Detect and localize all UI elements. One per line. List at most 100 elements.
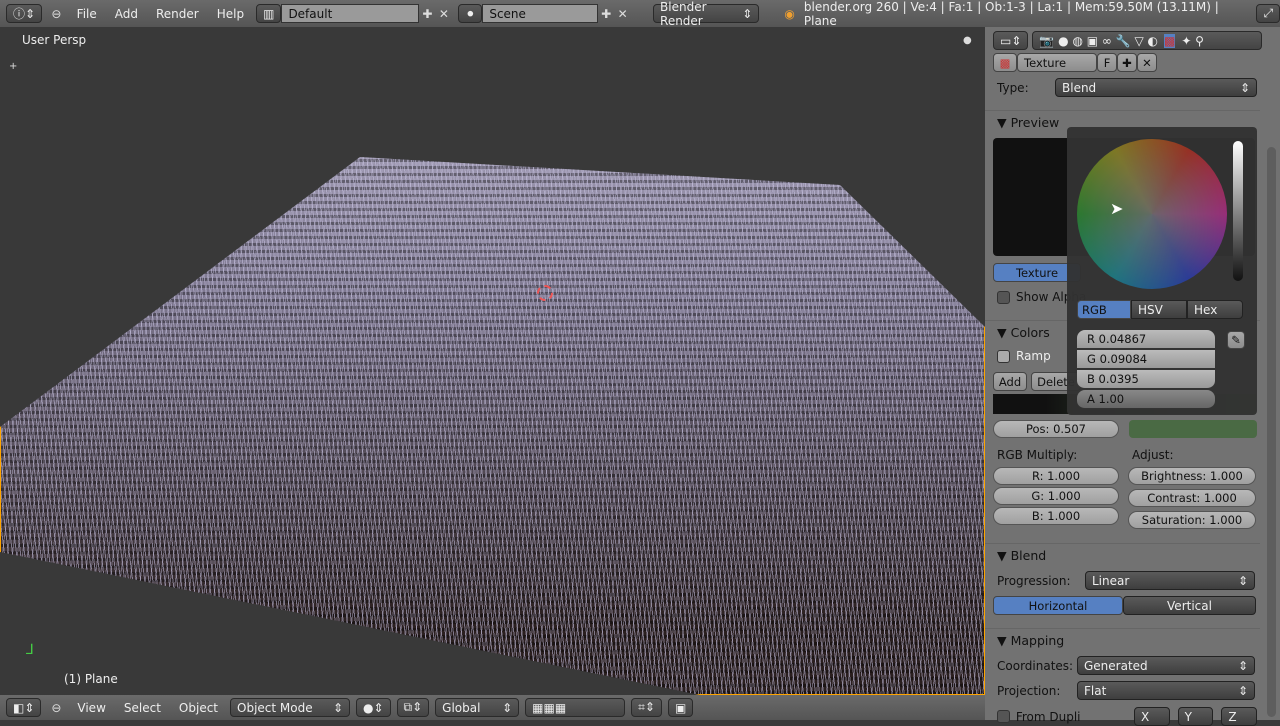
add-layout-icon[interactable]: ✚ bbox=[419, 5, 436, 23]
saturation-field[interactable]: Saturation: 1.000 bbox=[1128, 511, 1256, 529]
from-dupli-checkbox[interactable] bbox=[997, 710, 1010, 723]
ramp-add-button[interactable]: Add bbox=[993, 372, 1027, 391]
scene-icon[interactable]: ⚫ bbox=[458, 4, 483, 23]
brightness-field[interactable]: Brightness: 1.000 bbox=[1128, 467, 1256, 485]
eyedropper-icon[interactable]: ✎ bbox=[1227, 331, 1245, 349]
fake-user-button[interactable]: F bbox=[1097, 53, 1117, 72]
horizontal-button[interactable]: Horizontal bbox=[993, 596, 1123, 615]
collapse-icon[interactable]: ⊖ bbox=[48, 5, 65, 23]
orientation-label: Global bbox=[442, 700, 481, 715]
picker-b-field[interactable]: B 0.0395 bbox=[1077, 370, 1215, 389]
layout-field[interactable]: Default bbox=[281, 4, 420, 23]
render-engine-label: Blender Render bbox=[660, 0, 707, 28]
mode-label: Object Mode bbox=[237, 700, 313, 715]
fullscreen-icon[interactable]: ⤢ bbox=[1256, 4, 1280, 23]
picker-a-field[interactable]: A 1.00 bbox=[1077, 390, 1215, 409]
blender-logo-icon: ◉ bbox=[784, 6, 795, 21]
coordinates-value: Generated bbox=[1084, 658, 1148, 673]
multiply-g-field[interactable]: G: 1.000 bbox=[993, 487, 1119, 505]
projection-dropdown[interactable]: Flat ⇕ bbox=[1077, 681, 1255, 700]
texture-icon: ▩ bbox=[993, 53, 1017, 72]
orientation-dropdown[interactable]: Global ⇕ bbox=[435, 698, 520, 717]
layers-grid[interactable]: ▦▦▦ bbox=[525, 698, 626, 717]
menu-object[interactable]: Object bbox=[173, 701, 224, 715]
object-label: (1) Plane bbox=[64, 672, 118, 686]
3d-cursor-icon bbox=[537, 285, 553, 301]
ramp-color-swatch[interactable] bbox=[1129, 420, 1257, 438]
menu-render[interactable]: Render bbox=[150, 7, 205, 21]
delete-layout-icon[interactable]: ✕ bbox=[436, 5, 453, 23]
texture-name-field[interactable]: Texture bbox=[1017, 53, 1097, 72]
blend-title: Blend bbox=[1010, 548, 1047, 563]
add-scene-icon[interactable]: ✚ bbox=[598, 5, 615, 23]
contrast-field[interactable]: Contrast: 1.000 bbox=[1128, 489, 1256, 507]
3d-viewport[interactable]: User Persp + ● ⅃ (1) Plane bbox=[0, 27, 985, 695]
coordinates-dropdown[interactable]: Generated ⇕ bbox=[1077, 656, 1255, 675]
colors-title: Colors bbox=[1010, 325, 1050, 340]
ramp-label: Ramp bbox=[1016, 349, 1051, 363]
grass-plane bbox=[0, 157, 985, 695]
type-dropdown[interactable]: Blend ⇕ bbox=[1055, 78, 1257, 97]
picker-tab-rgb[interactable]: RGB bbox=[1077, 300, 1131, 319]
add-region-icon[interactable]: + bbox=[9, 61, 17, 72]
progression-label: Progression: bbox=[997, 573, 1071, 588]
collapse-icon[interactable]: ⊖ bbox=[47, 699, 65, 717]
editor-type-info-button[interactable]: ⓘ⇕ bbox=[6, 4, 43, 23]
multiply-b-field[interactable]: B: 1.000 bbox=[993, 507, 1119, 525]
snap-icon[interactable]: ⌗⇕ bbox=[631, 698, 662, 717]
type-value: Blend bbox=[1062, 80, 1097, 95]
map-z-dropdown[interactable]: Z bbox=[1221, 707, 1258, 726]
ramp-checkbox[interactable] bbox=[997, 349, 1010, 363]
delete-texture-icon[interactable]: ✕ bbox=[1137, 53, 1157, 72]
from-dupli-label: From Dupli bbox=[1015, 709, 1081, 724]
pivot-dropdown[interactable]: ⧉⇕ bbox=[396, 698, 430, 717]
menu-select[interactable]: Select bbox=[118, 701, 167, 715]
blend-header[interactable]: ▼ Blend bbox=[985, 543, 1260, 567]
render-engine-dropdown[interactable]: Blender Render ⇕ bbox=[653, 0, 760, 28]
show-alpha-checkbox[interactable] bbox=[997, 290, 1010, 304]
shading-dropdown[interactable]: ●⇕ bbox=[356, 698, 391, 717]
menu-file[interactable]: File bbox=[71, 7, 103, 21]
adjust-label: Adjust: bbox=[1132, 448, 1174, 462]
progression-dropdown[interactable]: Linear ⇕ bbox=[1085, 571, 1255, 590]
vertical-button[interactable]: Vertical bbox=[1123, 596, 1256, 615]
preview-title: Preview bbox=[1010, 115, 1060, 130]
top-header: ⓘ⇕ ⊖ File Add Render Help ▥ Default ✚ ✕ … bbox=[0, 0, 1280, 28]
picker-g-field[interactable]: G 0.09084 bbox=[1077, 350, 1215, 369]
add-texture-icon[interactable]: ✚ bbox=[1117, 53, 1137, 72]
map-x-dropdown[interactable]: X bbox=[1134, 707, 1170, 726]
value-slider[interactable] bbox=[1233, 141, 1243, 281]
properties-scrollbar[interactable] bbox=[1267, 147, 1276, 717]
scene-field[interactable]: Scene bbox=[482, 4, 598, 23]
ramp-pos-field[interactable]: Pos: 0.507 bbox=[993, 420, 1119, 438]
map-y-dropdown[interactable]: Y bbox=[1177, 707, 1214, 726]
render-icon[interactable]: ▣ bbox=[667, 698, 694, 717]
editor-type-3d-button[interactable]: ◧⇕ bbox=[6, 698, 42, 717]
info-stats: blender.org 260 | Ve:4 | Fa:1 | Ob:1-3 |… bbox=[803, 0, 1219, 28]
picker-r-field[interactable]: R 0.04867 bbox=[1077, 330, 1215, 349]
projection-label: Projection: bbox=[997, 683, 1061, 698]
region-toggle-icon[interactable]: ● bbox=[963, 35, 972, 46]
menu-view[interactable]: View bbox=[71, 701, 111, 715]
coordinates-label: Coordinates: bbox=[997, 658, 1074, 673]
mouse-cursor-icon: ➤ bbox=[1110, 199, 1124, 218]
layout-icon[interactable]: ▥ bbox=[256, 4, 282, 23]
view-label: User Persp bbox=[22, 33, 87, 47]
projection-value: Flat bbox=[1084, 683, 1107, 698]
menu-add[interactable]: Add bbox=[109, 7, 144, 21]
menu-help[interactable]: Help bbox=[211, 7, 250, 21]
type-label: Type: bbox=[997, 80, 1029, 95]
color-picker-popup: ➤ RGB HSV Hex R 0.04867 G 0.09084 B 0.03… bbox=[1067, 127, 1257, 415]
context-tabs[interactable]: 📷 ● ◍ ▣ ∞ 🔧 ▽ ◐ ▩ ✦ ⚲ bbox=[1032, 31, 1263, 50]
progression-value: Linear bbox=[1092, 573, 1130, 588]
editor-type-properties-button[interactable]: ▭⇕ bbox=[993, 31, 1029, 50]
mapping-title: Mapping bbox=[1010, 633, 1065, 648]
picker-tab-hex[interactable]: Hex bbox=[1187, 300, 1243, 319]
axis-gizmo-icon: ⅃ bbox=[26, 642, 34, 658]
multiply-r-field[interactable]: R: 1.000 bbox=[993, 467, 1119, 485]
mapping-header[interactable]: ▼ Mapping bbox=[985, 628, 1260, 652]
delete-scene-icon[interactable]: ✕ bbox=[614, 5, 631, 23]
color-wheel[interactable] bbox=[1077, 139, 1227, 289]
picker-tab-hsv[interactable]: HSV bbox=[1131, 300, 1187, 319]
mode-dropdown[interactable]: Object Mode ⇕ bbox=[230, 698, 351, 717]
